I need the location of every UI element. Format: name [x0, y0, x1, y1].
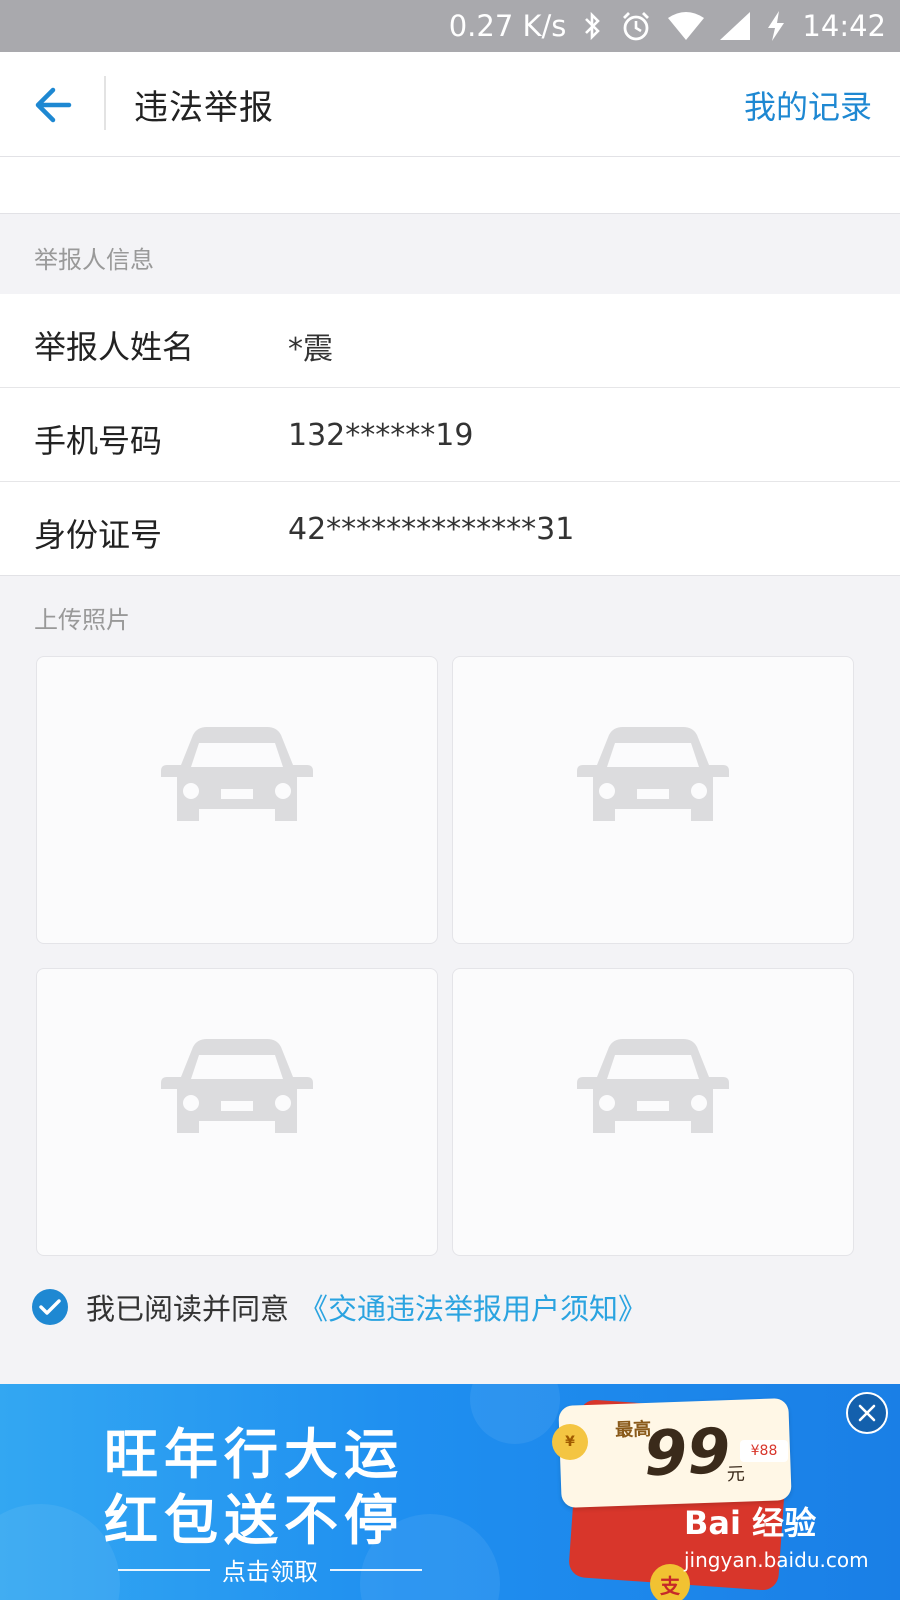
phone-label: 手机号码 — [34, 422, 163, 460]
id-number-value: 42**************31 — [288, 512, 575, 547]
info-row-phone: 手机号码 132******19 — [0, 388, 900, 482]
checkmark-icon — [39, 1299, 61, 1315]
header-spacer — [0, 157, 900, 214]
coupon-tag: ¥88 — [740, 1440, 788, 1462]
watermark-url: jingyan.baidu.com — [684, 1548, 869, 1572]
photo-upload-slot-4[interactable] — [452, 968, 854, 1256]
bluetooth-icon — [582, 11, 604, 41]
car-placeholder-icon — [577, 1039, 729, 1133]
page-title: 违法举报 — [134, 88, 274, 128]
network-speed: 0.27 K/s — [448, 9, 567, 43]
back-arrow-icon — [35, 87, 72, 123]
reporter-section-label: 举报人信息 — [34, 246, 154, 274]
name-label: 举报人姓名 — [34, 328, 195, 366]
info-row-name: 举报人姓名 *震 — [0, 294, 900, 388]
agreement-link[interactable]: 《交通违法举报用户须知》 — [299, 1292, 647, 1326]
clock-time: 14:42 — [802, 9, 886, 43]
status-bar: 0.27 K/s 14:42 — [0, 0, 900, 52]
photo-upload-grid — [36, 656, 854, 1256]
reporter-info-list: 举报人姓名 *震 手机号码 132******19 身份证号 42*******… — [0, 294, 900, 576]
car-placeholder-icon — [161, 727, 313, 821]
alarm-icon — [620, 10, 652, 42]
agreement-text: 我已阅读并同意 — [86, 1292, 290, 1326]
photo-section-label: 上传照片 — [34, 606, 130, 634]
amount-unit: 元 — [726, 1463, 746, 1486]
banner-decoration — [470, 1384, 560, 1444]
close-ad-button[interactable] — [846, 1392, 888, 1434]
phone-value: 132******19 — [288, 418, 474, 453]
charging-icon — [766, 11, 786, 41]
close-icon — [858, 1404, 876, 1422]
name-value: *震 — [288, 332, 333, 367]
banner-decoration — [0, 1504, 120, 1600]
watermark-brand: Bai 经验 — [684, 1504, 817, 1542]
cta-label: 点击领取 — [222, 1558, 318, 1586]
car-placeholder-icon — [577, 727, 729, 821]
wifi-icon — [668, 12, 705, 40]
info-row-id: 身份证号 42**************31 — [0, 482, 900, 576]
signal-icon — [720, 12, 751, 40]
agreement-checkbox[interactable] — [32, 1289, 68, 1325]
cta-line-left — [118, 1568, 210, 1571]
back-button[interactable] — [26, 78, 80, 132]
car-placeholder-icon — [161, 1039, 313, 1133]
banner-slogan-line2: 红包送不停 — [104, 1489, 404, 1552]
photo-upload-slot-3[interactable] — [36, 968, 438, 1256]
photo-upload-slot-1[interactable] — [36, 656, 438, 944]
app-header: 违法举报 我的记录 — [0, 52, 900, 157]
banner-cta[interactable]: 点击领取 — [118, 1552, 422, 1587]
id-number-label: 身份证号 — [34, 516, 163, 554]
header-divider — [104, 76, 106, 130]
cta-line-right — [330, 1568, 422, 1571]
my-records-link[interactable]: 我的记录 — [744, 82, 872, 128]
coin-icon: ¥ — [552, 1424, 588, 1460]
amount-value: 99 — [642, 1414, 732, 1491]
agreement-row: 我已阅读并同意 《交通违法举报用户须知》 — [32, 1286, 647, 1328]
baidu-watermark: Bai 经验 jingyan.baidu.com — [684, 1498, 869, 1572]
photo-upload-slot-2[interactable] — [452, 656, 854, 944]
